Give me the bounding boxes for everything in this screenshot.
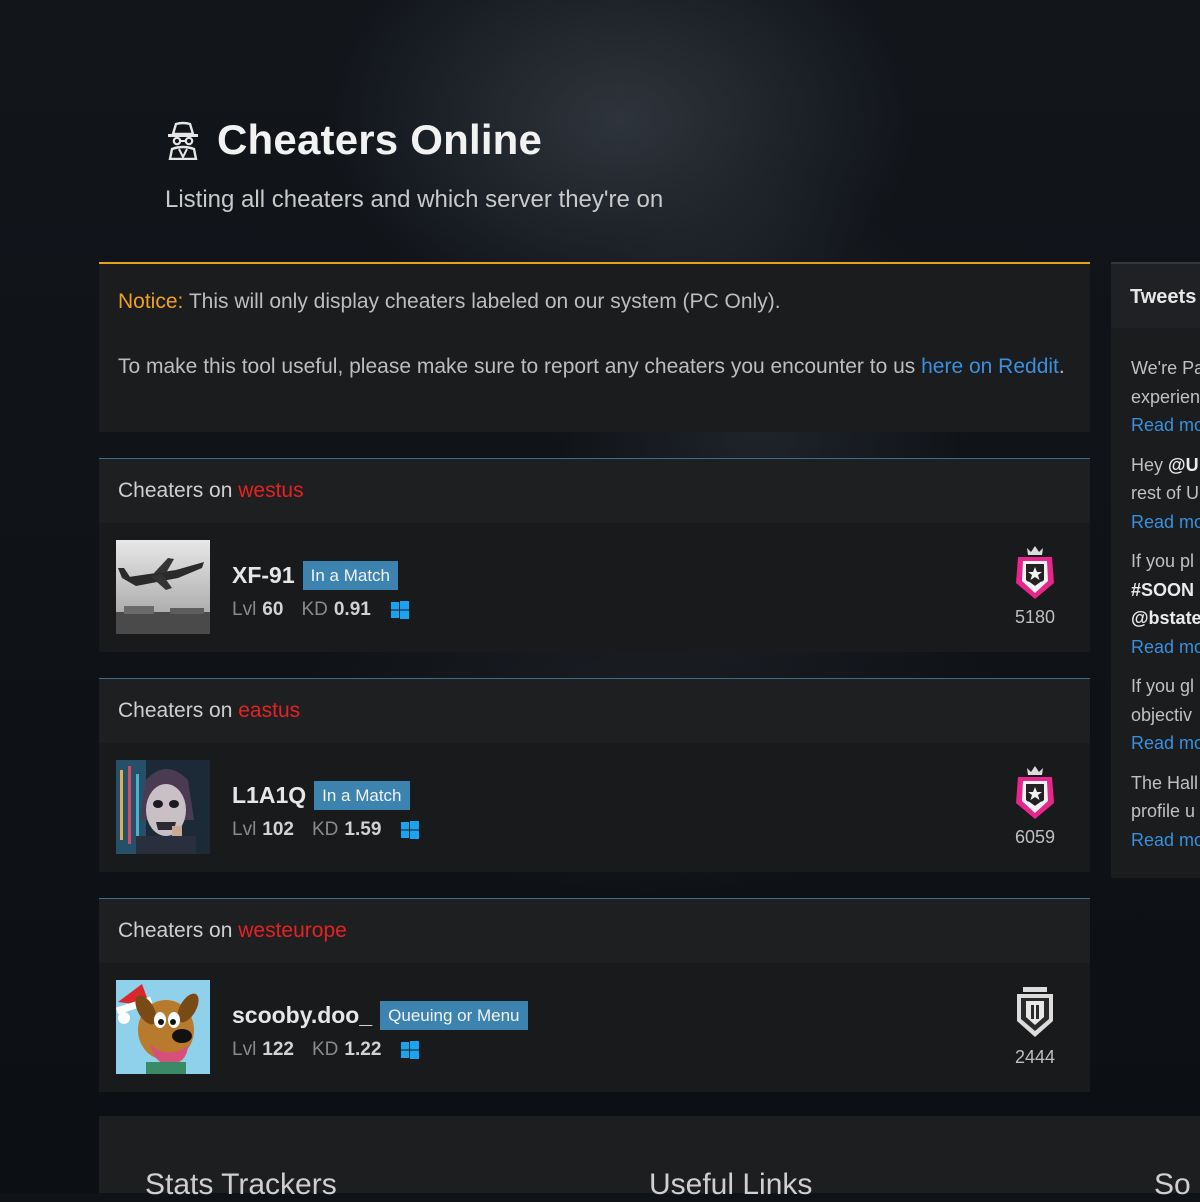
kd-label: KD <box>301 599 328 620</box>
player-name-row: L1A1Q In a Match <box>232 781 410 810</box>
player-avatar[interactable] <box>116 760 210 854</box>
server-name[interactable]: westus <box>238 479 303 502</box>
level-value: 102 <box>262 819 294 840</box>
status-badge: In a Match <box>302 561 399 590</box>
tweet-text: #SOON <box>1131 579 1195 600</box>
champion-rank-icon <box>1016 546 1054 599</box>
player-name[interactable]: XF-91 <box>232 562 295 589</box>
server-name[interactable]: eastus <box>238 699 300 722</box>
windows-icon <box>401 1041 420 1059</box>
player-name-row: XF-91 In a Match <box>232 561 399 590</box>
kd-value: 0.91 <box>333 599 371 620</box>
read-more-link[interactable]: Read mo <box>1131 633 1200 662</box>
tweet-item: If you gl objectiv Read mo <box>1111 672 1200 758</box>
kd-label: KD <box>312 819 339 840</box>
read-more-link[interactable]: Read mo <box>1131 411 1200 440</box>
report-period: . <box>1058 355 1065 378</box>
player-stats: Lvl 60 KD 0.91 <box>232 599 409 621</box>
kd-label: KD <box>312 1039 339 1060</box>
player-name[interactable]: L1A1Q <box>232 782 306 809</box>
player-name[interactable]: scooby.doo_ <box>232 1002 372 1029</box>
server-heading-prefix: Cheaters on <box>118 919 239 942</box>
server-panel-eastus: Cheaters on eastus L1A1Q In a Match Lvl … <box>99 678 1090 872</box>
player-avatar[interactable] <box>116 980 210 1074</box>
server-name[interactable]: westeurope <box>238 919 347 942</box>
footer-heading-stats-trackers: Stats Trackers <box>145 1168 337 1201</box>
footer-heading-useful-links: Useful Links <box>649 1168 813 1201</box>
notice-panel: Notice: This will only display cheaters … <box>99 262 1090 432</box>
player-row[interactable]: L1A1Q In a Match Lvl 102 KD 1.59 6059 <box>99 743 1090 872</box>
read-more-link[interactable]: Read mo <box>1131 826 1200 855</box>
tweet-item: The Hall profile u Read mo <box>1111 769 1200 855</box>
jet-plane-avatar <box>116 540 210 634</box>
notice-label: Notice: <box>118 290 184 313</box>
tweet-text: profile u <box>1131 801 1196 821</box>
player-row[interactable]: scooby.doo_ Queuing or Menu Lvl 122 KD 1.2… <box>99 963 1090 1092</box>
mmr-value: 5180 <box>1014 607 1056 627</box>
tweet-text: The Hall <box>1131 772 1199 793</box>
level-value: 60 <box>262 599 284 620</box>
tweets-panel: Tweets We're Pa experien Read mo Hey @U … <box>1111 262 1200 878</box>
champion-rank-icon <box>1016 766 1054 819</box>
tweet-text: objectiv <box>1131 704 1193 725</box>
windows-icon <box>401 821 420 839</box>
level-value: 122 <box>262 1039 294 1060</box>
rank-display: 2444 <box>1005 983 1065 1068</box>
status-badge: Queuing or Menu <box>380 1001 528 1030</box>
player-stats: Lvl 122 KD 1.22 <box>232 1039 420 1061</box>
silver-rank-icon <box>1017 987 1053 1037</box>
footer: Stats Trackers Useful Links So <box>99 1116 1200 1201</box>
server-heading: Cheaters on westeurope <box>99 899 1090 963</box>
tweets-title: Tweets <box>1111 264 1200 328</box>
reddit-link[interactable]: here on Reddit <box>921 355 1059 378</box>
tweet-text: @bstate <box>1131 608 1200 628</box>
player-avatar[interactable] <box>116 540 210 634</box>
read-more-link[interactable]: Read mo <box>1131 508 1200 537</box>
level-label: Lvl <box>232 819 257 840</box>
tweet-text: If you gl <box>1131 676 1195 696</box>
tweet-text: experien <box>1131 386 1200 407</box>
level-label: Lvl <box>232 599 257 620</box>
tweet-item: Hey @U rest of U Read mo <box>1111 451 1200 537</box>
footer-heading-social: So <box>1154 1168 1191 1201</box>
player-row[interactable]: XF-91 In a Match Lvl 60 KD 0.91 5180 <box>99 523 1090 652</box>
notice-line: Notice: This will only display cheaters … <box>118 286 1071 318</box>
tweet-text: rest of U <box>1131 483 1200 503</box>
windows-icon <box>390 601 409 619</box>
server-panel-westeurope: Cheaters on westeurope scooby.doo_ Queui… <box>99 898 1090 1092</box>
tweet-text: We're Pa <box>1131 358 1200 378</box>
scooby-doo-avatar <box>116 980 210 1074</box>
rank-display: 5180 <box>1005 543 1065 628</box>
level-label: Lvl <box>232 1039 257 1060</box>
read-more-link[interactable]: Read mo <box>1131 729 1200 758</box>
mmr-value: 6059 <box>1014 827 1056 847</box>
report-line: To make this tool useful, please make su… <box>118 351 1071 383</box>
page-subtitle: Listing all cheaters and which server th… <box>165 186 664 213</box>
server-heading-prefix: Cheaters on <box>118 479 239 502</box>
tweet-item: If you pl #SOON @bstate Read mo <box>1111 547 1200 661</box>
masked-face-avatar <box>116 760 210 854</box>
player-name-row: scooby.doo_ Queuing or Menu <box>232 1001 528 1030</box>
spy-icon <box>168 121 198 160</box>
server-heading-prefix: Cheaters on <box>118 699 239 722</box>
kd-value: 1.59 <box>344 819 382 840</box>
server-panel-westus: Cheaters on westus XF-91 In a Match Lvl 6… <box>99 458 1090 652</box>
report-text: To make this tool useful, please make su… <box>118 355 922 378</box>
notice-text: This will only display cheaters labeled … <box>183 290 781 313</box>
server-heading: Cheaters on westus <box>99 459 1090 523</box>
mmr-value: 2444 <box>1014 1047 1056 1067</box>
kd-value: 1.22 <box>344 1039 382 1060</box>
server-heading: Cheaters on eastus <box>99 679 1090 743</box>
page-header: Cheaters Online Listing all cheaters and… <box>165 116 663 214</box>
tweet-text: If you pl <box>1131 551 1195 571</box>
status-badge: In a Match <box>314 781 410 810</box>
tweet-text: Hey @U <box>1131 454 1199 475</box>
player-stats: Lvl 102 KD 1.59 <box>232 819 420 841</box>
tweet-item: We're Pa experien Read mo <box>1111 354 1200 440</box>
rank-display: 6059 <box>1005 763 1065 848</box>
page-title: Cheaters Online <box>217 116 543 163</box>
